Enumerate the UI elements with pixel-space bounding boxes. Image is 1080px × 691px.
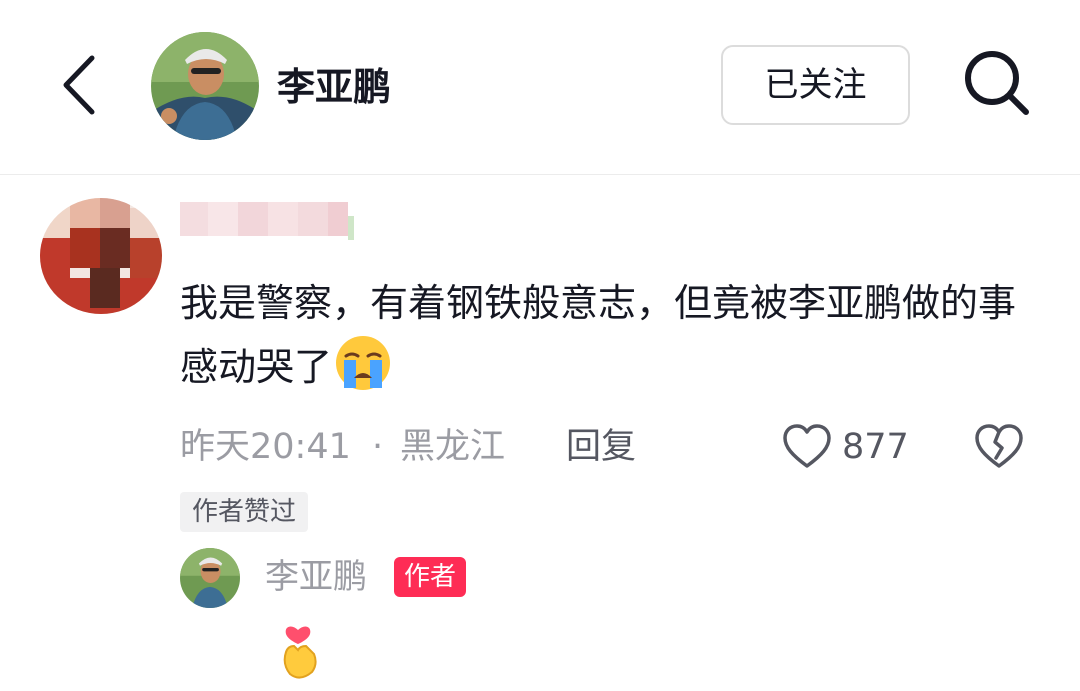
- comment-timestamp: 昨天20:41: [180, 427, 351, 467]
- heart-outline-icon: [783, 424, 831, 468]
- crying-face-emoji: [336, 336, 391, 390]
- user-avatar[interactable]: [151, 32, 259, 140]
- back-arrow-icon: [63, 55, 95, 115]
- commenter-name-redacted[interactable]: [180, 198, 366, 244]
- comment-body: 我是警察，有着钢铁般意志，但竟被李亚鹏做的事感动哭了: [180, 281, 1017, 389]
- header-divider: [0, 174, 1080, 175]
- page-title: 李亚鹏: [277, 65, 392, 109]
- top-bar: 李亚鹏 已关注: [0, 0, 1080, 174]
- dislike-button[interactable]: [974, 422, 1024, 472]
- search-icon: [965, 51, 1029, 115]
- back-button[interactable]: [52, 50, 112, 120]
- like-button[interactable]: [782, 420, 832, 474]
- author-name[interactable]: 李亚鹏: [265, 554, 367, 600]
- author-badge: 作者: [394, 557, 467, 597]
- meta-separator: ·: [372, 427, 384, 467]
- reply-button[interactable]: 回复: [566, 422, 636, 472]
- author-avatar[interactable]: [180, 548, 240, 608]
- search-button[interactable]: [962, 48, 1032, 118]
- commenter-avatar[interactable]: [40, 198, 162, 314]
- comment-text: 我是警察，有着钢铁般意志，但竟被李亚鹏做的事感动哭了: [180, 272, 1020, 398]
- follow-button[interactable]: 已关注: [721, 45, 910, 125]
- comment-location: 黑龙江: [400, 427, 506, 467]
- finger-heart-emoji: [272, 612, 324, 680]
- like-count: 877: [842, 427, 909, 467]
- author-liked-tag: 作者赞过: [180, 492, 309, 532]
- broken-heart-icon: [975, 424, 1023, 468]
